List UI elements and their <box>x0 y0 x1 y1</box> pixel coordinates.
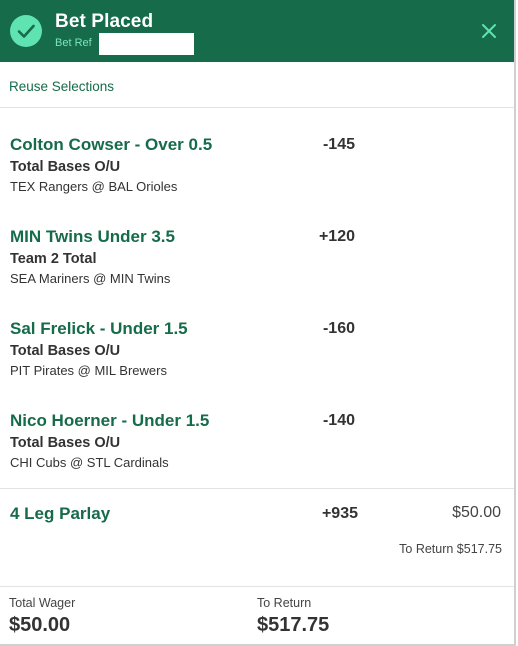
parlay-stake: $50.00 <box>452 504 501 521</box>
reuse-selections-link[interactable]: Reuse Selections <box>9 79 114 94</box>
leg-event: CHI Cubs @ STL Cardinals <box>10 455 169 470</box>
leg-market: Team 2 Total <box>10 251 97 267</box>
parlay-name: 4 Leg Parlay <box>10 504 111 523</box>
divider <box>0 107 514 108</box>
bet-ref-value <box>99 33 194 55</box>
leg-event: TEX Rangers @ BAL Orioles <box>10 179 178 194</box>
leg-event: PIT Pirates @ MIL Brewers <box>10 363 167 378</box>
bet-placed-title: Bet Placed <box>55 11 154 32</box>
close-icon[interactable] <box>478 20 500 42</box>
leg-odds: +120 <box>318 228 355 245</box>
divider <box>0 586 514 587</box>
divider <box>0 488 514 489</box>
leg-market: Total Bases O/U <box>10 435 121 451</box>
bet-placed-header: Bet Placed Bet Ref <box>0 0 514 62</box>
leg-selection: Colton Cowser - Over 0.5 <box>10 135 213 154</box>
bet-confirmation-panel: Bet Placed Bet Ref Reuse Selections Colt… <box>0 0 516 646</box>
leg-odds: -145 <box>322 136 355 153</box>
leg-selection: Nico Hoerner - Under 1.5 <box>10 411 210 430</box>
leg-odds: -160 <box>322 320 355 337</box>
parlay-to-return: To Return $517.75 <box>399 542 502 556</box>
bet-ref-label: Bet Ref <box>55 37 92 49</box>
leg-odds: -140 <box>322 412 355 429</box>
parlay-odds: +935 <box>321 505 358 522</box>
leg-selection: MIN Twins Under 3.5 <box>10 227 175 246</box>
bet-leg: Colton Cowser - Over 0.5 -145 Total Base… <box>0 135 514 215</box>
leg-selection: Sal Frelick - Under 1.5 <box>10 319 188 338</box>
bet-leg: Sal Frelick - Under 1.5 -160 Total Bases… <box>0 319 514 399</box>
check-circle-icon <box>10 15 42 47</box>
bet-leg: Nico Hoerner - Under 1.5 -140 Total Base… <box>0 411 514 491</box>
leg-market: Total Bases O/U <box>10 159 121 175</box>
leg-market: Total Bases O/U <box>10 343 121 359</box>
bet-leg: MIN Twins Under 3.5 +120 Team 2 Total SE… <box>0 227 514 307</box>
total-wager-label: Total Wager <box>9 596 76 610</box>
to-return-label: To Return <box>257 596 312 610</box>
to-return-value: $517.75 <box>257 614 330 636</box>
total-wager-value: $50.00 <box>9 614 71 636</box>
leg-event: SEA Mariners @ MIN Twins <box>10 271 171 286</box>
